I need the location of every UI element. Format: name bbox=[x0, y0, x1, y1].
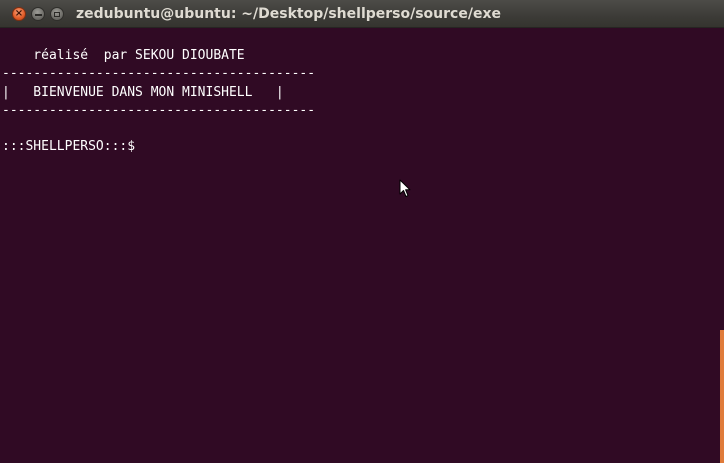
scroll-thumb[interactable] bbox=[720, 330, 724, 463]
minimize-button[interactable] bbox=[31, 7, 45, 21]
mouse-pointer-icon bbox=[399, 179, 411, 197]
scrollbar[interactable] bbox=[720, 28, 724, 463]
terminal-window: × zedubuntu@ubuntu: ~/Desktop/shellperso… bbox=[0, 0, 724, 463]
terminal-output[interactable]: réalisé par SEKOU DIOUBATE -------------… bbox=[0, 28, 720, 463]
close-icon: × bbox=[14, 8, 24, 19]
minimize-icon bbox=[34, 13, 42, 16]
window-title: zedubuntu@ubuntu: ~/Desktop/shellperso/s… bbox=[76, 6, 501, 22]
shell-prompt[interactable]: :::SHELLPERSO:::$ bbox=[2, 138, 135, 156]
credit-line: réalisé par SEKOU DIOUBATE bbox=[2, 48, 245, 63]
close-button[interactable]: × bbox=[12, 7, 26, 21]
maximize-button[interactable] bbox=[50, 7, 64, 21]
banner-title: | BIENVENUE DANS MON MINISHELL | bbox=[2, 85, 284, 100]
banner-top-border: ---------------------------------------- bbox=[2, 66, 316, 81]
maximize-icon bbox=[54, 11, 60, 17]
title-bar[interactable]: × zedubuntu@ubuntu: ~/Desktop/shellperso… bbox=[0, 0, 724, 28]
banner-bottom-border: ---------------------------------------- bbox=[2, 103, 316, 118]
